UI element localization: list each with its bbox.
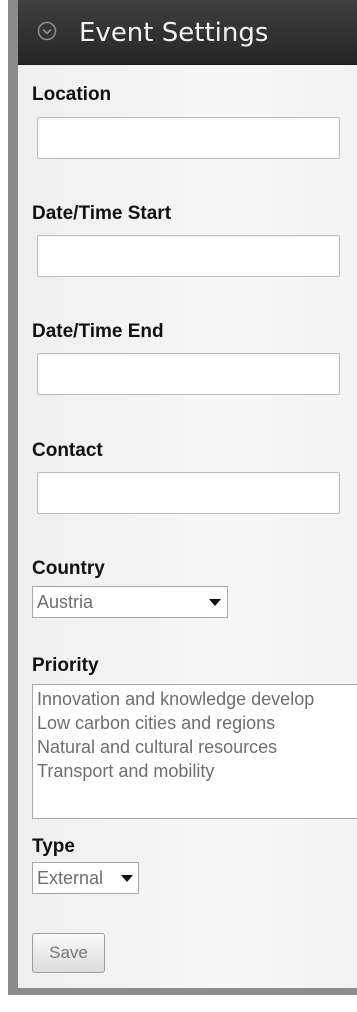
- date-end-input[interactable]: [37, 353, 340, 395]
- event-settings-panel: Event Settings Location Date/Time Start …: [18, 0, 357, 988]
- priority-option[interactable]: Natural and cultural resources: [37, 735, 277, 759]
- priority-option[interactable]: Low carbon cities and regions: [37, 711, 275, 735]
- location-input[interactable]: [37, 117, 340, 159]
- type-selected-value: External: [37, 868, 104, 888]
- date-start-input[interactable]: [37, 235, 340, 277]
- type-label: Type: [32, 836, 75, 857]
- chevron-circle-down-icon[interactable]: [37, 21, 57, 41]
- country-select[interactable]: Austria: [32, 586, 228, 618]
- chevron-down-icon[interactable]: [121, 875, 133, 882]
- priority-option[interactable]: Transport and mobility: [37, 759, 214, 783]
- chevron-down-icon[interactable]: [209, 599, 221, 606]
- save-button[interactable]: Save: [32, 933, 105, 973]
- contact-input[interactable]: [37, 472, 340, 514]
- date-start-label: Date/Time Start: [32, 203, 172, 224]
- country-selected-value: Austria: [37, 592, 94, 612]
- type-select[interactable]: External: [32, 862, 139, 894]
- priority-option[interactable]: Innovation and knowledge develop: [37, 687, 314, 711]
- panel-header[interactable]: Event Settings: [18, 0, 357, 65]
- panel-title: Event Settings: [79, 18, 269, 48]
- priority-listbox[interactable]: Innovation and knowledge develop Low car…: [32, 684, 357, 819]
- location-label: Location: [32, 84, 112, 105]
- country-label: Country: [32, 558, 105, 579]
- date-end-label: Date/Time End: [32, 321, 164, 342]
- priority-label: Priority: [32, 655, 99, 676]
- contact-label: Contact: [32, 440, 103, 461]
